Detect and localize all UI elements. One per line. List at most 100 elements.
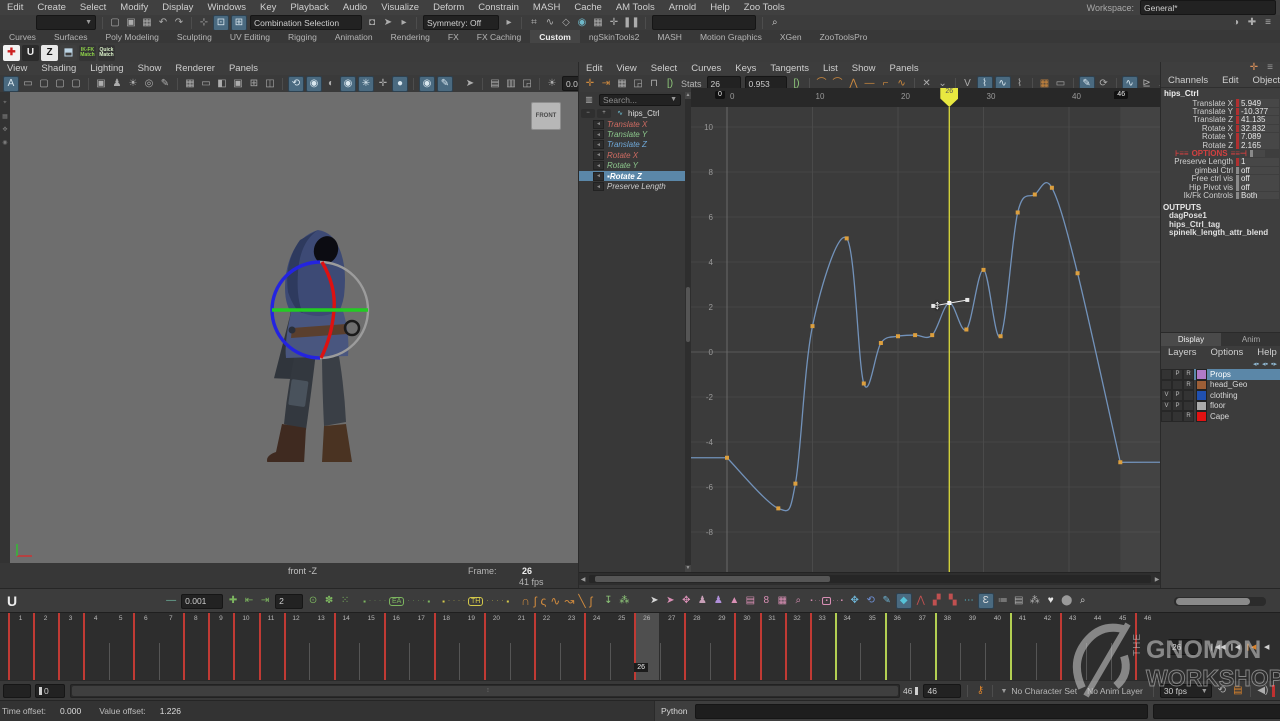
- range-handle-left[interactable]: [39, 687, 42, 695]
- textured-icon[interactable]: ◐: [324, 77, 338, 91]
- layer-color-swatch[interactable]: [1196, 390, 1207, 401]
- character-set-caret-icon[interactable]: ▼: [1000, 688, 1007, 695]
- shelf-tab-motion-graphics[interactable]: Motion Graphics: [691, 30, 771, 43]
- sprout-icon[interactable]: ⁂: [617, 594, 631, 608]
- attr-value-field[interactable]: off: [1236, 183, 1279, 191]
- menu-channels[interactable]: Channels: [1161, 75, 1215, 86]
- menu-audio[interactable]: Audio: [336, 2, 374, 13]
- cursor-white-icon[interactable]: ➤: [647, 594, 661, 608]
- zoo-z-shelf[interactable]: Z: [41, 45, 58, 61]
- sheet-tool-icon[interactable]: ▤: [1012, 594, 1026, 608]
- menu-modify[interactable]: Modify: [113, 2, 155, 13]
- pencil-blue-icon[interactable]: ✎: [880, 594, 894, 608]
- magnify-tool-icon[interactable]: ⌕: [1076, 594, 1090, 608]
- make-live-icon[interactable]: ✛: [607, 16, 621, 30]
- attr-value-field[interactable]: 32.832: [1236, 125, 1279, 133]
- range-handle-right[interactable]: [915, 687, 918, 695]
- wave-tangent-icon[interactable]: ∿: [550, 594, 560, 608]
- play-backwards-button[interactable]: ◀: [1260, 640, 1274, 654]
- animation-end-field[interactable]: 46: [923, 684, 961, 698]
- shelf-tab-poly-modeling[interactable]: Poly Modeling: [96, 30, 167, 43]
- nudge-minus-icon[interactable]: —: [164, 594, 178, 608]
- drop-key-icon[interactable]: ↧: [601, 594, 615, 608]
- walk-person-icon[interactable]: ♟: [695, 594, 709, 608]
- frame-sel-icon[interactable]: ▥: [504, 77, 518, 91]
- layout-book-icon[interactable]: ◫: [263, 77, 277, 91]
- layer-color-swatch[interactable]: [1196, 369, 1207, 380]
- menu-cache[interactable]: Cache: [567, 2, 608, 13]
- cloth-c-icon[interactable]: ▚: [946, 594, 960, 608]
- move-tool-icon[interactable]: ✥: [848, 594, 862, 608]
- shelf-tab-mash[interactable]: MASH: [648, 30, 691, 43]
- menu-object[interactable]: Object: [1246, 75, 1280, 86]
- layer-toggle-p[interactable]: P: [1172, 369, 1183, 380]
- menu-deform[interactable]: Deform: [426, 2, 471, 13]
- step-left-icon[interactable]: ▸: [397, 16, 411, 30]
- layer-toggle-r[interactable]: R: [1183, 369, 1194, 380]
- layer-toggle-r[interactable]: R: [1183, 380, 1194, 391]
- layer-toggle-p[interactable]: [1172, 380, 1183, 391]
- select-object-icon[interactable]: ⊡: [213, 15, 229, 31]
- rocket-icon[interactable]: ▲: [727, 594, 741, 608]
- region-tool-icon[interactable]: ◲: [631, 77, 645, 91]
- wireframe-icon[interactable]: ⟲: [288, 76, 304, 92]
- shelf-tab-surfaces[interactable]: Surfaces: [45, 30, 97, 43]
- image-plane-icon[interactable]: ▢: [69, 77, 83, 91]
- zoo-u-shelf[interactable]: U: [22, 45, 39, 61]
- snap-curve-icon[interactable]: ∿: [543, 16, 557, 30]
- list-menu-icon[interactable]: ≡: [1261, 16, 1275, 30]
- output-node-spineik_length_attr_blend[interactable]: spineIk_length_attr_blend: [1161, 228, 1280, 236]
- layout-full-icon[interactable]: ▦: [183, 77, 197, 91]
- save-scene-icon[interactable]: ▦: [140, 16, 154, 30]
- mute-icon[interactable]: ◄: [593, 130, 604, 139]
- exposure-icon[interactable]: ☀: [545, 77, 559, 91]
- character-set-label[interactable]: No Character Set: [1011, 686, 1077, 696]
- menu-zoo-tools[interactable]: Zoo Tools: [737, 2, 792, 13]
- ea-selector-widget[interactable]: ▪····EA····▪: [363, 597, 430, 606]
- step-back-key-button[interactable]: ❙◀: [1228, 640, 1242, 654]
- anim-layer-label[interactable]: No Anim Layer: [1087, 686, 1143, 696]
- channel-row-rotate-x[interactable]: ◄Rotate X: [579, 150, 685, 160]
- snap-grid-icon[interactable]: ⌗: [527, 16, 541, 30]
- uturn-tangent-icon[interactable]: ς: [540, 594, 546, 608]
- frame-bracket-left-icon[interactable]: [): [663, 77, 677, 91]
- isolate-icon[interactable]: ◉: [419, 76, 435, 92]
- tree-tool-icon[interactable]: ⁂: [1028, 594, 1042, 608]
- mute-icon[interactable]: ◄: [593, 172, 604, 181]
- layer-toggle-p[interactable]: P: [1172, 401, 1183, 412]
- select-camera-icon[interactable]: A: [3, 76, 19, 92]
- menu-view[interactable]: View: [0, 63, 34, 74]
- shelf-tab-zootoolspro[interactable]: ZooToolsPro: [811, 30, 877, 43]
- graph-curve-canvas[interactable]: 1086420-2-4-6-8-10 ↕: [691, 107, 1161, 572]
- character-icon[interactable]: ♟: [110, 77, 124, 91]
- cursor-pink-icon[interactable]: ➤: [663, 594, 677, 608]
- shelf-tab-custom[interactable]: Custom: [530, 30, 580, 43]
- mute-icon[interactable]: ◄: [593, 140, 604, 149]
- plus-tool-icon[interactable]: ✚: [1245, 16, 1259, 30]
- nudge-plus-icon[interactable]: ✚: [226, 594, 240, 608]
- move-nearest-key-icon[interactable]: ✛: [583, 77, 597, 91]
- menu-tangents[interactable]: Tangents: [763, 63, 816, 74]
- shelf-tab-rendering[interactable]: Rendering: [382, 30, 439, 43]
- joints-xray-icon[interactable]: ✛: [376, 77, 390, 91]
- menu-key[interactable]: Key: [253, 2, 283, 13]
- list-tool-icon[interactable]: ≔: [996, 594, 1010, 608]
- menu-list[interactable]: List: [816, 63, 845, 74]
- waffle-pink-icon[interactable]: ▦: [775, 594, 789, 608]
- layer-row-clothing[interactable]: VPclothing: [1161, 390, 1280, 401]
- play-forwards-button[interactable]: ▶: [1276, 640, 1280, 654]
- menu-edit[interactable]: Edit: [1215, 75, 1245, 86]
- toggle-power-icon[interactable]: ⊙: [306, 594, 320, 608]
- move-pink-icon[interactable]: ✥: [679, 594, 693, 608]
- menu-panels[interactable]: Panels: [222, 63, 265, 74]
- plugin-cursor-icon[interactable]: ➤: [463, 77, 477, 91]
- attr-value-field[interactable]: 7.089: [1236, 133, 1279, 141]
- shelf-tab-uv-editing[interactable]: UV Editing: [221, 30, 279, 43]
- loop-mode-icon[interactable]: ⟲: [1215, 684, 1229, 698]
- empty-layer-icon[interactable]: ▪▸: [1271, 360, 1277, 368]
- time-slider[interactable]: 1234567891011121314151617181920212223242…: [0, 612, 1280, 681]
- shelf-tab-sculpting[interactable]: Sculpting: [168, 30, 221, 43]
- channel-box-object-name[interactable]: hips_Ctrl: [1161, 88, 1280, 99]
- shelf-tab-curves[interactable]: Curves: [0, 30, 45, 43]
- menuset-dropdown[interactable]: ▼: [36, 15, 96, 30]
